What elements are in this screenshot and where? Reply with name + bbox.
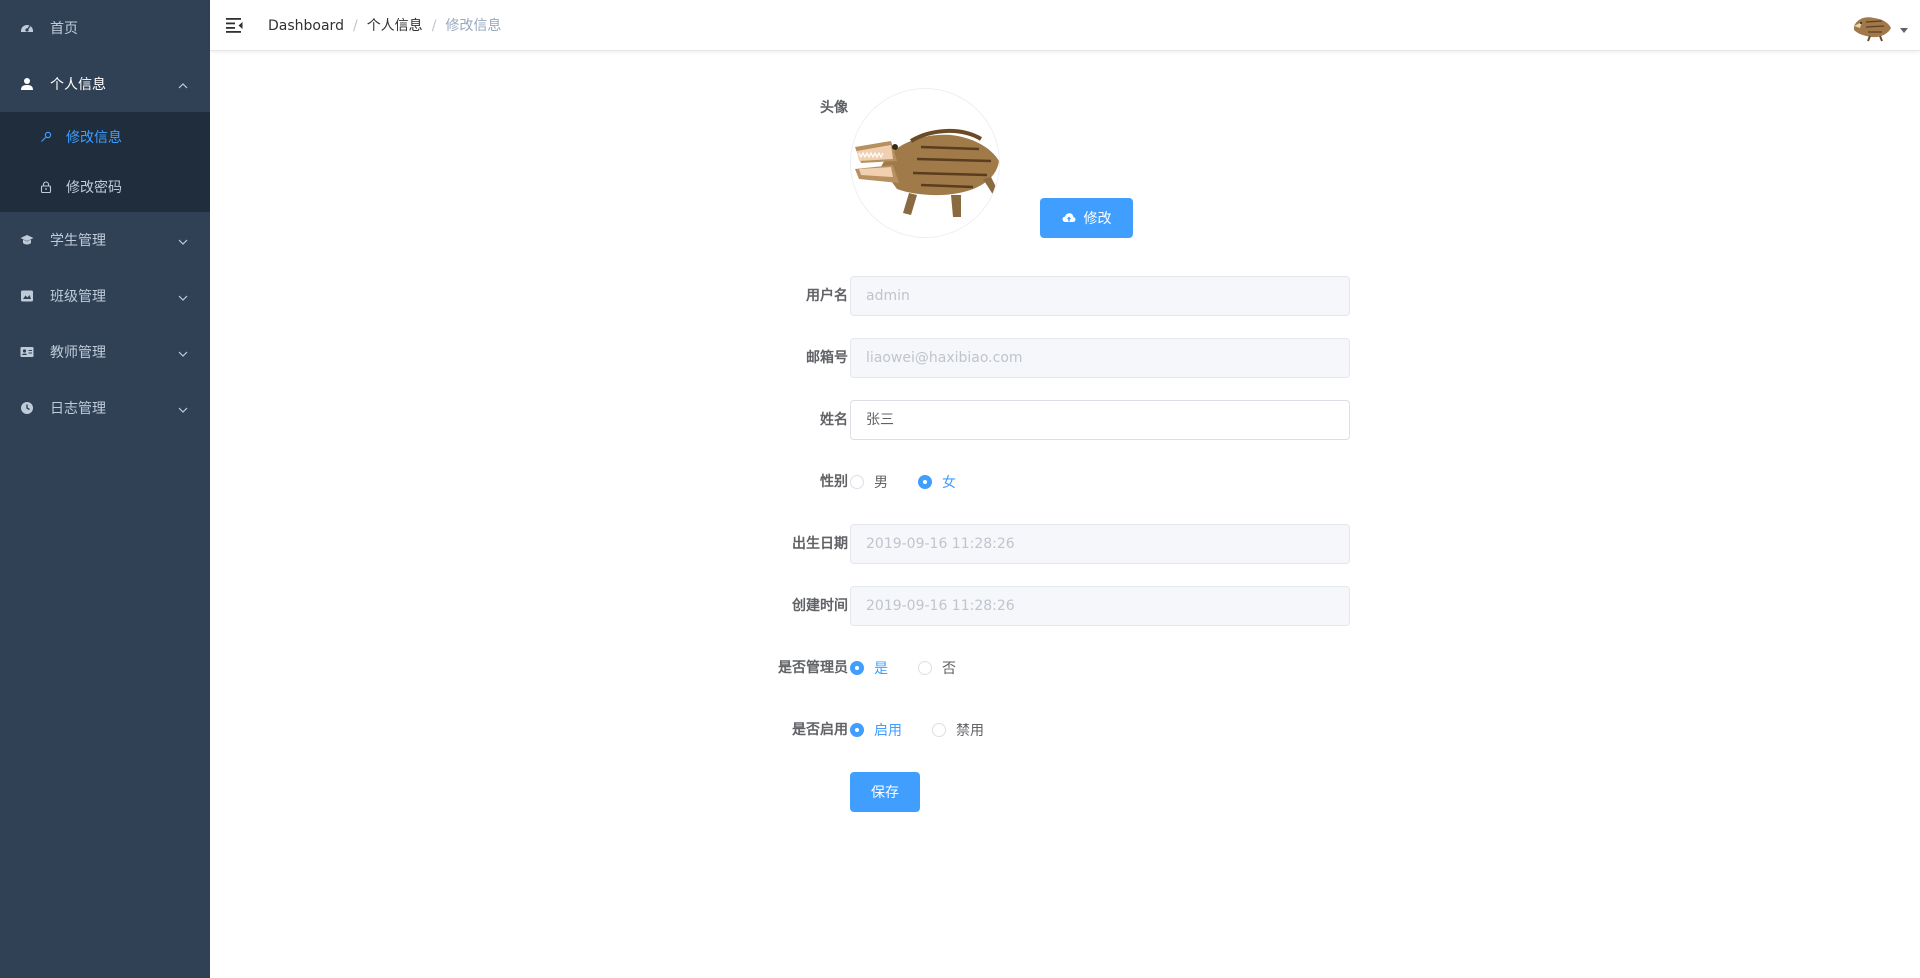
sidebar-item-label: 个人信息 xyxy=(50,77,106,93)
sidebar-item-logs[interactable]: 日志管理 xyxy=(0,380,210,436)
admin-radio-no[interactable]: 否 xyxy=(918,658,956,678)
enabled-radio-off[interactable]: 禁用 xyxy=(932,720,984,740)
gender-label: 性别 xyxy=(820,474,848,490)
upload-button-label: 修改 xyxy=(1083,211,1112,227)
created-time-input: 2019-09-16 11:28:26 xyxy=(850,586,1350,626)
sidebar-item-label: 首页 xyxy=(50,21,78,37)
radio-indicator[interactable] xyxy=(850,661,864,675)
graduation-icon xyxy=(20,233,34,247)
upload-avatar-button[interactable]: 修改 xyxy=(1040,198,1133,238)
class-icon xyxy=(20,289,34,303)
breadcrumb: Dashboard / 个人信息 / 修改信息 xyxy=(268,17,501,35)
chevron-down-icon xyxy=(178,347,188,363)
gender-radio-group: 男 女 xyxy=(850,462,1350,502)
breadcrumb-separator: / xyxy=(352,18,358,34)
enabled-label: 是否启用 xyxy=(792,722,848,738)
form-row-avatar: 头像 修改 xyxy=(760,88,1360,238)
name-input[interactable]: 张三 xyxy=(850,400,1350,440)
radio-label: 启用 xyxy=(874,723,902,739)
cloud-upload-icon xyxy=(1062,212,1076,224)
sidebar-item-label: 学生管理 xyxy=(50,233,106,249)
radio-indicator[interactable] xyxy=(850,723,864,737)
sidebar-item-teachers[interactable]: 教师管理 xyxy=(0,324,210,380)
email-label: 邮箱号 xyxy=(806,350,848,366)
form-row-birthdate: 出生日期 2019-09-16 11:28:26 xyxy=(760,524,1360,564)
teacher-icon xyxy=(20,345,34,359)
radio-label: 是 xyxy=(874,661,888,677)
gender-radio-male[interactable]: 男 xyxy=(850,472,888,492)
radio-label: 男 xyxy=(874,475,888,491)
gender-radio-female[interactable]: 女 xyxy=(918,472,956,492)
form-row-admin: 是否管理员 是 否 xyxy=(760,648,1360,688)
sidebar-item-students[interactable]: 学生管理 xyxy=(0,212,210,268)
breadcrumb-item-dashboard[interactable]: Dashboard xyxy=(268,17,344,35)
admin-radio-yes[interactable]: 是 xyxy=(850,658,888,678)
breadcrumb-separator: / xyxy=(431,18,437,34)
breadcrumb-item-profile[interactable]: 个人信息 xyxy=(367,17,423,35)
form-row-save: 保存 xyxy=(760,772,1360,812)
form-row-email: 邮箱号 liaowei@haxibiao.com xyxy=(760,338,1360,378)
admin-radio-group: 是 否 xyxy=(850,648,1350,688)
form-row-username: 用户名 admin xyxy=(760,276,1360,316)
sidebar-item-label: 日志管理 xyxy=(50,401,106,417)
form-row-created: 创建时间 2019-09-16 11:28:26 xyxy=(760,586,1360,626)
radio-indicator[interactable] xyxy=(850,475,864,489)
radio-indicator[interactable] xyxy=(918,475,932,489)
breadcrumb-item-current: 修改信息 xyxy=(445,18,502,34)
sidebar: 首页 个人信息 修改信息 修改密码 学生管理 班级管理 教师管理 日志管理 xyxy=(0,0,210,978)
birthdate-label: 出生日期 xyxy=(792,536,848,552)
radio-indicator[interactable] xyxy=(932,723,946,737)
sidebar-item-classes[interactable]: 班级管理 xyxy=(0,268,210,324)
user-dropdown[interactable] xyxy=(1852,12,1908,42)
chevron-down-icon xyxy=(178,235,188,251)
sidebar-item-home[interactable]: 首页 xyxy=(0,0,210,56)
username-label: 用户名 xyxy=(806,288,848,304)
form-row-enabled: 是否启用 启用 禁用 xyxy=(760,710,1360,750)
enabled-radio-on[interactable]: 启用 xyxy=(850,720,902,740)
sidebar-subitem-label: 修改密码 xyxy=(66,180,122,196)
chevron-down-icon xyxy=(178,403,188,419)
key-icon xyxy=(40,131,52,143)
admin-label: 是否管理员 xyxy=(778,660,848,676)
save-button[interactable]: 保存 xyxy=(850,772,920,812)
email-input: liaowei@haxibiao.com xyxy=(850,338,1350,378)
avatar[interactable] xyxy=(1852,12,1892,42)
lock-icon xyxy=(40,181,52,193)
hamburger-menu-icon[interactable] xyxy=(226,17,244,33)
sidebar-item-profile[interactable]: 个人信息 xyxy=(0,56,210,112)
clock-icon xyxy=(20,401,34,415)
created-time-label: 创建时间 xyxy=(792,598,848,614)
sidebar-item-label: 教师管理 xyxy=(50,345,106,361)
form-row-gender: 性别 男 女 xyxy=(760,462,1360,502)
radio-label: 禁用 xyxy=(956,723,984,739)
chevron-up-icon xyxy=(178,79,188,95)
avatar-label: 头像 xyxy=(820,100,848,116)
avatar-preview xyxy=(850,88,1000,238)
radio-label: 女 xyxy=(942,475,956,491)
form-row-name: 姓名 张三 xyxy=(760,400,1360,440)
sidebar-subitem-edit-info[interactable]: 修改信息 xyxy=(0,112,210,162)
enabled-radio-group: 启用 禁用 xyxy=(850,710,1350,750)
caret-down-icon xyxy=(1900,22,1908,38)
sidebar-item-label: 班级管理 xyxy=(50,289,106,305)
radio-label: 否 xyxy=(942,661,956,677)
dashboard-icon xyxy=(20,21,34,35)
sidebar-subitem-change-password[interactable]: 修改密码 xyxy=(0,162,210,212)
username-input: admin xyxy=(850,276,1350,316)
chevron-down-icon xyxy=(178,291,188,307)
name-label: 姓名 xyxy=(820,412,848,428)
sidebar-subitem-label: 修改信息 xyxy=(66,130,122,146)
birthdate-input: 2019-09-16 11:28:26 xyxy=(850,524,1350,564)
navbar: Dashboard / 个人信息 / 修改信息 xyxy=(210,0,1920,51)
submenu-profile: 修改信息 修改密码 xyxy=(0,112,210,212)
user-icon xyxy=(20,77,34,91)
radio-indicator[interactable] xyxy=(918,661,932,675)
